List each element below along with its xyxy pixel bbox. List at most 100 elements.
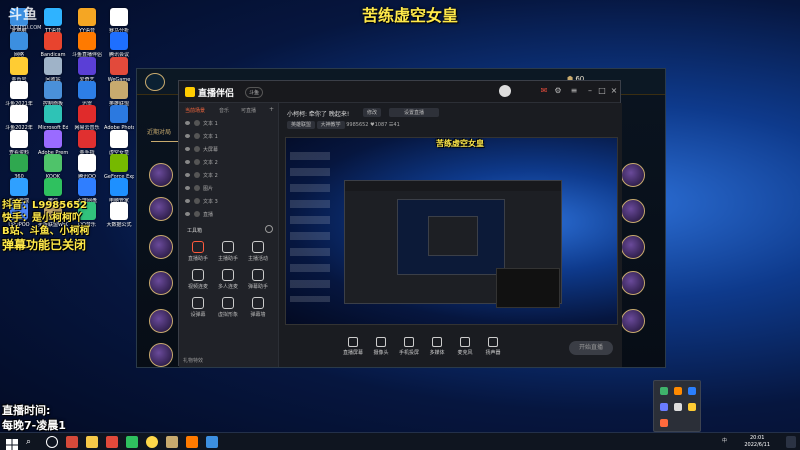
desktop-icon[interactable]: TT语音 (38, 8, 68, 34)
visibility-icon[interactable] (185, 121, 190, 125)
tool-button[interactable]: 弹幕墙 (245, 297, 271, 318)
scene-item[interactable]: 文本 1 (185, 119, 273, 130)
scene-item[interactable]: 文本 1 (185, 132, 273, 143)
tab-live[interactable]: 可直播 (241, 107, 256, 114)
visibility-icon[interactable] (185, 199, 190, 203)
source-button[interactable]: 多媒体 (423, 337, 451, 356)
desktop-icon[interactable]: 360 (4, 153, 34, 180)
menu-icon[interactable]: ≡ (569, 86, 579, 96)
start-live-button[interactable]: 开始直播 (569, 341, 613, 355)
app-tray-icon[interactable] (688, 387, 696, 395)
file-explorer-icon[interactable] (86, 436, 98, 448)
visibility-icon[interactable] (185, 147, 190, 151)
tool-button[interactable]: 设弹幕 (185, 297, 211, 318)
desktop-icon[interactable]: 虚空女皇 (104, 129, 134, 156)
desktop-icon[interactable]: 查看资料 (4, 129, 34, 156)
scene-item[interactable]: 文本 3 (185, 197, 273, 208)
champion-avatar[interactable] (149, 309, 173, 333)
desktop-icon[interactable]: 斗鱼直播伴侣 (72, 32, 102, 58)
ime-indicator[interactable]: 中 (722, 437, 727, 444)
taskbar-app-icon[interactable] (206, 436, 218, 448)
cloud-tray-icon[interactable] (674, 403, 682, 411)
desktop-icon[interactable]: KOOK (38, 153, 68, 180)
desktop-icon[interactable]: Bandicam (38, 32, 68, 58)
source-button[interactable]: 摄像头 (367, 337, 395, 356)
desktop-icon[interactable]: Microsoft Edge (38, 105, 68, 131)
minimize-icon[interactable]: – (585, 86, 595, 96)
scene-item[interactable]: 图片 (185, 184, 273, 195)
maximize-icon[interactable]: □ (597, 86, 607, 96)
toolbox-toggle-icon[interactable] (265, 225, 273, 233)
taskbar-app-icon[interactable] (146, 436, 158, 448)
desktop-icon[interactable]: 控制面板 (38, 80, 68, 107)
champion-avatar[interactable] (149, 235, 173, 259)
douyu-tray-icon[interactable] (674, 387, 682, 395)
champion-avatar[interactable] (149, 343, 173, 367)
tool-button[interactable]: 虚拟形象 (215, 297, 241, 318)
champion-avatar[interactable] (621, 163, 645, 187)
champion-avatar[interactable] (621, 309, 645, 333)
tab-current-scene[interactable]: 当前场景 (185, 107, 205, 114)
add-scene-icon[interactable]: + (269, 106, 274, 113)
visibility-icon[interactable] (185, 134, 190, 138)
tool-button[interactable]: 主播活动 (245, 241, 271, 262)
mail-icon[interactable]: ✉ (539, 86, 549, 96)
windows-start-icon[interactable] (6, 436, 18, 450)
search-icon[interactable]: ⌕ (26, 436, 38, 448)
desktop-icon[interactable]: WeGame (104, 56, 134, 83)
visibility-icon[interactable] (185, 186, 190, 190)
streamer-app-window[interactable]: 直播伴侣 斗鱼 ✉ ⚙ ≡ – □ × 当前场景 音乐 可直播 + 文本 1 文本… (178, 80, 622, 367)
champion-avatar[interactable] (621, 271, 645, 295)
scene-item[interactable]: 文本 2 (185, 171, 273, 182)
visibility-icon[interactable] (185, 160, 190, 164)
desktop-icon[interactable]: Adobe Premiere (38, 129, 68, 156)
tool-button[interactable]: 弹幕助手 (245, 269, 271, 290)
desktop-icon[interactable]: GeForce Experience (104, 153, 134, 180)
source-button[interactable]: 手机投屏 (395, 337, 423, 356)
desktop-icon[interactable]: 迅雷 (72, 80, 102, 107)
wechat-icon[interactable] (126, 436, 138, 448)
desktop-icon[interactable]: 爱奇艺 (72, 56, 102, 83)
desktop-icon[interactable]: 斗鱼2021年 (4, 80, 34, 107)
desktop-icon[interactable]: 金手指 (72, 129, 102, 156)
taskbar-app-icon[interactable] (106, 436, 118, 448)
subcategory-chip[interactable]: 大神教学 (316, 121, 345, 129)
tool-button[interactable]: 多人连麦 (215, 269, 241, 290)
desktop-icon[interactable]: 英雄联盟 (104, 80, 134, 107)
champion-avatar[interactable] (621, 199, 645, 223)
douyu-taskbar-icon[interactable] (186, 436, 198, 448)
source-button[interactable]: 直播屏幕 (339, 337, 367, 356)
visibility-icon[interactable] (185, 173, 190, 177)
desktop-icon[interactable]: 网络 (4, 32, 34, 58)
room-settings-button[interactable]: 设置直播 (389, 108, 439, 117)
desktop-icon[interactable]: 腾讯会议 (104, 32, 134, 58)
tool-button[interactable]: 主播助手 (215, 241, 241, 262)
tool-button[interactable]: 视频连麦 (185, 269, 211, 290)
desktop-icon[interactable]: 赛马分析 (104, 8, 134, 34)
close-icon[interactable]: × (609, 86, 619, 96)
shield-tray-icon[interactable] (660, 403, 668, 411)
lol-taskbar-icon[interactable] (166, 436, 178, 448)
visibility-icon[interactable] (185, 212, 190, 216)
source-button[interactable]: 麦克风 (451, 337, 479, 356)
scene-item[interactable]: 文本 2 (185, 158, 273, 169)
cortana-icon[interactable] (46, 436, 58, 448)
taskbar-clock[interactable]: 20:01 2022/6/11 (744, 435, 770, 449)
desktop-icon[interactable]: Adobe Photoshop (104, 105, 134, 131)
desktop-icon[interactable]: 斗鱼2022年 (4, 105, 34, 131)
desktop-icon[interactable]: 回收站 (38, 56, 68, 83)
champion-avatar[interactable] (149, 271, 173, 295)
desktop-icon[interactable]: 金币号 (4, 56, 34, 83)
desktop-icon[interactable]: 腾讯QQ (72, 153, 102, 180)
desktop-icon[interactable]: YY语音 (72, 8, 102, 34)
stream-preview[interactable]: 苦练虚空女皇 (285, 137, 618, 325)
tool-button[interactable]: 直播助手 (185, 241, 211, 262)
source-button[interactable]: 扬声器 (479, 337, 507, 356)
edit-title-button[interactable]: 修改 (363, 108, 382, 117)
champion-avatar[interactable] (149, 197, 173, 221)
game-tray-icon[interactable] (688, 403, 696, 411)
desktop-icon[interactable]: 网易云音乐 (72, 105, 102, 131)
wechat-tray-icon[interactable] (660, 387, 668, 395)
misc-tray-icon[interactable] (660, 419, 668, 427)
scene-item[interactable]: 直播 (185, 210, 273, 221)
